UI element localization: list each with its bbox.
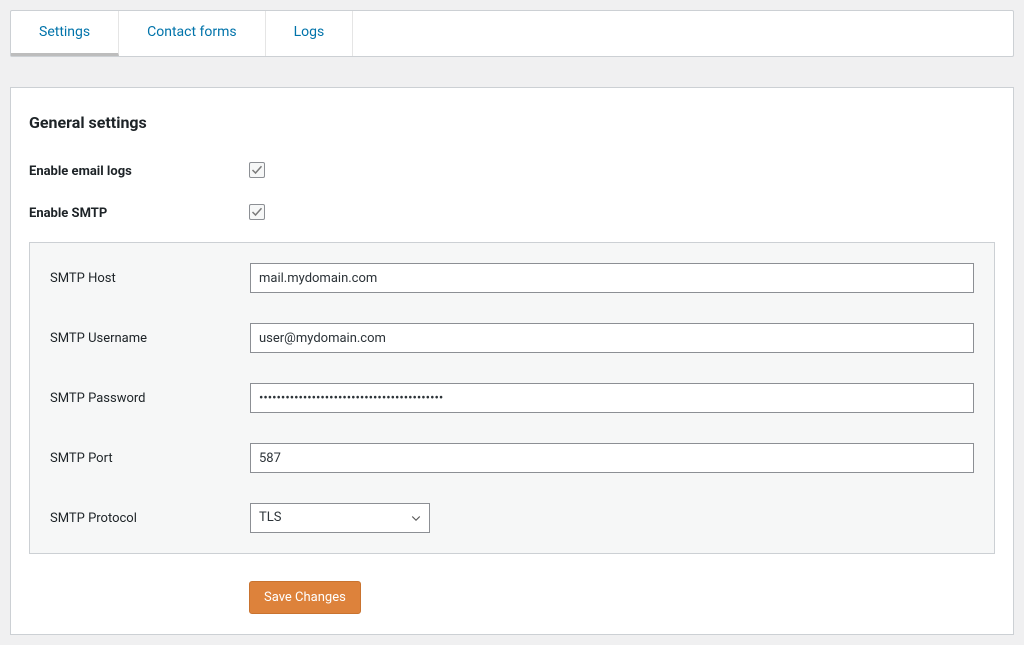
tab-navigation: Settings Contact forms Logs xyxy=(10,10,1014,57)
label-enable-email-logs: Enable email logs xyxy=(29,164,249,179)
page-title: General settings xyxy=(11,113,1013,150)
row-smtp-port: SMTP Port xyxy=(30,428,994,488)
tab-logs[interactable]: Logs xyxy=(266,11,354,56)
row-enable-email-logs: Enable email logs xyxy=(11,150,1013,192)
label-enable-smtp: Enable SMTP xyxy=(29,206,249,221)
input-smtp-password[interactable] xyxy=(250,383,974,413)
smtp-settings-box: SMTP Host SMTP Username SMTP Password SM… xyxy=(29,242,995,554)
input-smtp-username[interactable] xyxy=(250,323,974,353)
check-icon xyxy=(251,164,263,176)
check-icon xyxy=(251,206,263,218)
input-smtp-port[interactable] xyxy=(250,443,974,473)
label-smtp-protocol: SMTP Protocol xyxy=(50,511,250,526)
label-smtp-port: SMTP Port xyxy=(50,451,250,466)
row-enable-smtp: Enable SMTP xyxy=(11,192,1013,234)
select-smtp-protocol[interactable]: TLS xyxy=(250,503,430,533)
row-smtp-password: SMTP Password xyxy=(30,368,994,428)
label-smtp-password: SMTP Password xyxy=(50,391,250,406)
row-smtp-host: SMTP Host xyxy=(30,248,994,308)
row-smtp-protocol: SMTP Protocol TLS xyxy=(30,488,994,548)
row-smtp-username: SMTP Username xyxy=(30,308,994,368)
label-smtp-host: SMTP Host xyxy=(50,271,250,286)
settings-panel: General settings Enable email logs Enabl… xyxy=(10,87,1014,635)
checkbox-enable-smtp[interactable] xyxy=(249,204,265,220)
submit-row: Save Changes xyxy=(11,566,1013,614)
label-smtp-username: SMTP Username xyxy=(50,331,250,346)
input-smtp-host[interactable] xyxy=(250,263,974,293)
tab-settings[interactable]: Settings xyxy=(11,11,119,56)
tab-contact-forms[interactable]: Contact forms xyxy=(119,11,266,56)
checkbox-enable-email-logs[interactable] xyxy=(249,162,265,178)
